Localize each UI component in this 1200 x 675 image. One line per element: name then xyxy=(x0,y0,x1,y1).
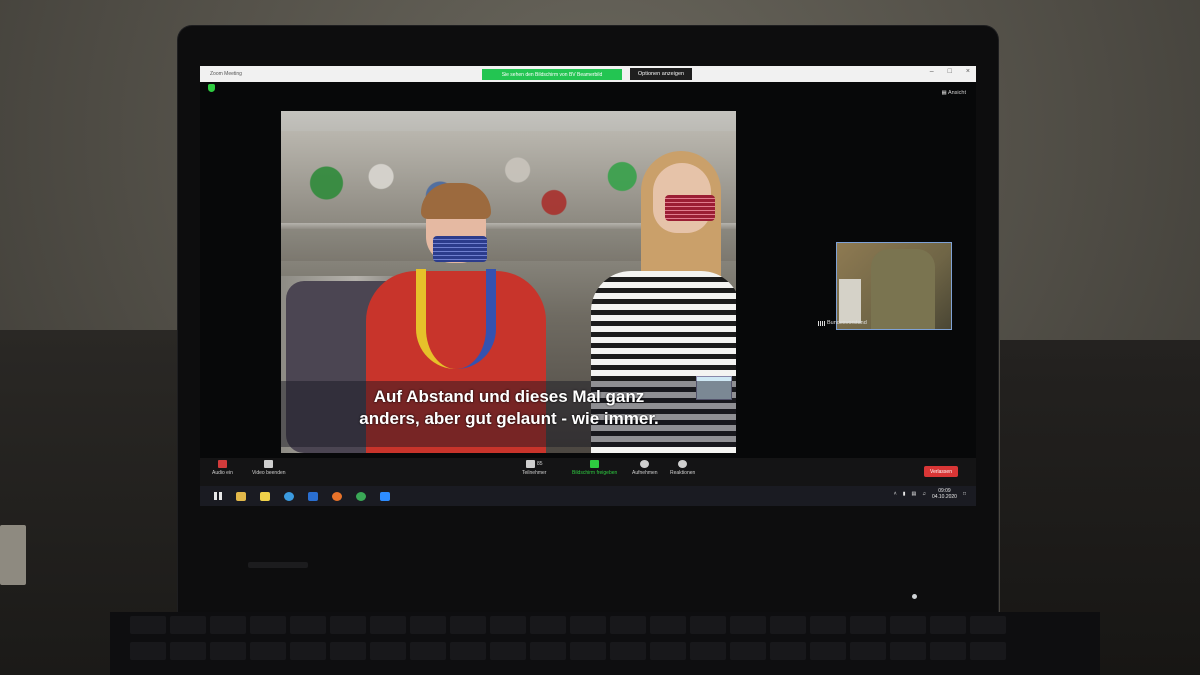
windows-start-icon[interactable] xyxy=(214,492,222,500)
scout-scarf xyxy=(416,269,496,369)
security-shield-icon[interactable] xyxy=(208,84,215,92)
zoom-toolbar: Audio ein Video beenden 85 Teilnehmer Bi… xyxy=(200,458,976,486)
share-banner[interactable]: Sie sehen den Bildschirm von BV Beamerbi… xyxy=(482,69,622,80)
left-object xyxy=(0,525,26,585)
windows-taskbar: ˄ ▮ ▤ ♫ 09:09 04.10.2020 □ xyxy=(200,486,976,506)
hair xyxy=(421,183,491,219)
video-label: Video beenden xyxy=(252,470,286,476)
file-explorer-icon[interactable] xyxy=(236,491,246,501)
mail-icon[interactable] xyxy=(308,491,318,501)
record-button[interactable]: Aufnehmen xyxy=(632,460,658,476)
chrome-icon[interactable] xyxy=(356,491,366,501)
view-button[interactable]: ▦ Ansicht xyxy=(942,90,966,96)
edge-icon[interactable] xyxy=(284,491,294,501)
share-screen-icon xyxy=(590,460,600,468)
tray-chevron-icon[interactable]: ˄ xyxy=(894,491,897,497)
laptop-screen: Zoom Meeting Sie sehen den Bildschirm vo… xyxy=(200,66,976,506)
close-icon[interactable]: × xyxy=(966,68,970,75)
system-tray: ˄ ▮ ▤ ♫ 09:09 04.10.2020 □ xyxy=(894,488,966,500)
participants-icon xyxy=(525,460,535,468)
window-controls: – □ × xyxy=(930,68,970,75)
participant-name: Bundesvorstand xyxy=(827,320,867,326)
record-label: Aufnehmen xyxy=(632,470,658,476)
red-face-mask xyxy=(665,195,715,221)
volume-icon[interactable]: ♫ xyxy=(922,491,926,497)
emoji-icon xyxy=(678,460,688,468)
audio-label: Audio ein xyxy=(212,470,233,476)
subtitle-line-1: Auf Abstand und dieses Mal ganz xyxy=(373,387,645,406)
subtitle-line-2: anders, aber gut gelaunt - wie immer. xyxy=(359,409,659,428)
window-title: Zoom Meeting xyxy=(210,71,242,77)
minimize-icon[interactable]: – xyxy=(930,68,934,75)
subtitle-text: Auf Abstand und dieses Mal ganz anders, … xyxy=(289,386,729,430)
reactions-label: Reaktionen xyxy=(670,470,696,476)
participant-video-thumbnail[interactable] xyxy=(836,242,952,330)
clock-date: 04.10.2020 xyxy=(931,494,957,500)
blue-face-mask xyxy=(433,236,487,262)
microphone-muted-icon xyxy=(217,460,227,468)
network-icon[interactable]: ▤ xyxy=(911,491,916,497)
leave-meeting-button[interactable]: Verlassen xyxy=(924,466,958,477)
participant-person xyxy=(871,249,935,329)
connection-signal-icon xyxy=(818,320,825,326)
camera-icon xyxy=(264,460,274,468)
participants-count: 85 xyxy=(536,461,543,467)
view-options-button[interactable]: Optionen anzeigen xyxy=(630,68,692,80)
firefox-icon[interactable] xyxy=(332,491,342,501)
audio-button[interactable]: Audio ein xyxy=(212,460,233,476)
participants-button[interactable]: 85 Teilnehmer xyxy=(522,460,546,476)
laptop-brand-mark xyxy=(248,562,308,568)
participants-label: Teilnehmer xyxy=(522,470,547,476)
media-icon[interactable] xyxy=(260,491,270,501)
participant-label: Bundesvorstand xyxy=(818,320,867,326)
maximize-icon[interactable]: □ xyxy=(948,68,952,75)
key-row xyxy=(110,642,1100,664)
record-icon xyxy=(640,460,650,468)
laptop-keyboard xyxy=(110,612,1100,675)
sign-board xyxy=(839,279,861,323)
clock[interactable]: 09:09 04.10.2020 xyxy=(932,488,957,500)
view-button-label: Ansicht xyxy=(947,90,966,96)
battery-icon[interactable]: ▮ xyxy=(903,491,906,497)
share-screen-button[interactable]: Bildschirm freigeben xyxy=(572,460,617,476)
share-label: Bildschirm freigeben xyxy=(572,470,618,476)
key-row xyxy=(110,616,1100,638)
notification-icon[interactable]: □ xyxy=(963,491,966,497)
reactions-button[interactable]: Reaktionen xyxy=(670,460,695,476)
shared-screen-image: Auf Abstand und dieses Mal ganz anders, … xyxy=(281,111,736,453)
video-button[interactable]: Video beenden xyxy=(252,460,286,476)
power-led xyxy=(912,594,917,599)
zoom-icon[interactable] xyxy=(380,491,390,501)
